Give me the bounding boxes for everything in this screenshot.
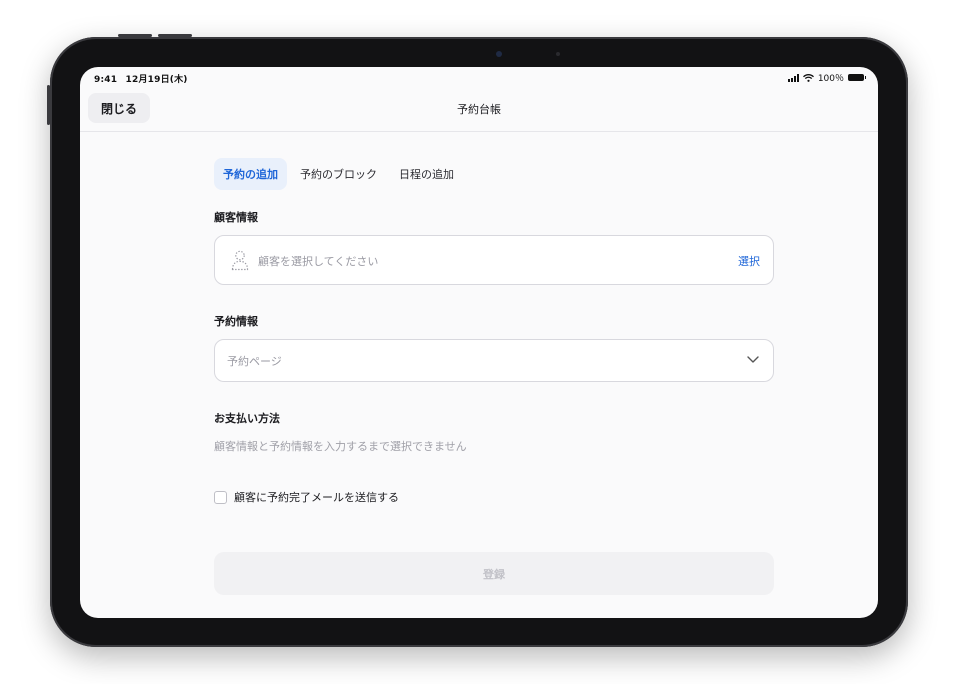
payment-heading: お支払い方法 — [214, 412, 280, 425]
top-button — [118, 34, 152, 37]
status-date: 12月19日(木) — [125, 75, 188, 85]
signal-icon — [787, 73, 799, 82]
battery-percent: 100％ — [817, 74, 844, 84]
page-title: 予約台帳 — [457, 103, 501, 116]
customer-placeholder: 顧客を選択してください — [258, 255, 379, 268]
tab-add-schedule[interactable]: 日程の追加 — [390, 158, 463, 190]
side-button — [47, 85, 50, 125]
app-screen: 9:41 12月19日(木) 100％ 閉じる 予約台帳 予約の追加 予約のブロ… — [80, 67, 878, 618]
customer-select-field[interactable]: 顧客を選択してください 選択 — [214, 235, 774, 285]
tab-block-reservation[interactable]: 予約のブロック — [291, 158, 386, 190]
chevron-down-icon — [747, 356, 759, 363]
notify-email-label: 顧客に予約完了メールを送信する — [234, 491, 399, 504]
reservation-page-dropdown[interactable]: 予約ページ — [214, 339, 774, 382]
person-dotted-icon — [231, 250, 249, 271]
tab-bar: 予約の追加 予約のブロック 日程の追加 — [214, 157, 774, 191]
battery-icon — [848, 74, 866, 81]
customer-select-link[interactable]: 選択 — [738, 253, 760, 269]
payment-note: 顧客情報と予約情報を入力するまで選択できません — [214, 440, 467, 453]
status-indicators: 100％ — [787, 71, 866, 84]
tab-add-reservation[interactable]: 予約の追加 — [214, 158, 287, 190]
stage: 9:41 12月19日(木) 100％ 閉じる 予約台帳 予約の追加 予約のブロ… — [0, 0, 960, 684]
reservation-heading: 予約情報 — [214, 315, 258, 328]
tablet-frame: 9:41 12月19日(木) 100％ 閉じる 予約台帳 予約の追加 予約のブロ… — [47, 34, 908, 647]
ambient-sensor — [556, 52, 560, 56]
register-button[interactable]: 登録 — [214, 552, 774, 595]
wifi-icon — [802, 73, 814, 82]
form-content: 予約の追加 予約のブロック 日程の追加 顧客情報 顧客を選択してください 選択 … — [214, 157, 774, 595]
status-bar: 9:41 12月19日(木) 100％ — [80, 67, 878, 87]
top-button-2 — [158, 34, 192, 37]
front-camera — [496, 51, 502, 57]
reservation-page-placeholder: 予約ページ — [227, 355, 282, 368]
status-time: 9:41 12月19日(木) — [94, 72, 188, 85]
notify-email-checkbox[interactable] — [214, 490, 227, 504]
nav-bar: 閉じる 予約台帳 — [80, 87, 878, 132]
notify-email-option[interactable]: 顧客に予約完了メールを送信する — [214, 488, 774, 506]
customer-heading: 顧客情報 — [214, 211, 258, 224]
status-clock: 9:41 — [94, 75, 118, 85]
